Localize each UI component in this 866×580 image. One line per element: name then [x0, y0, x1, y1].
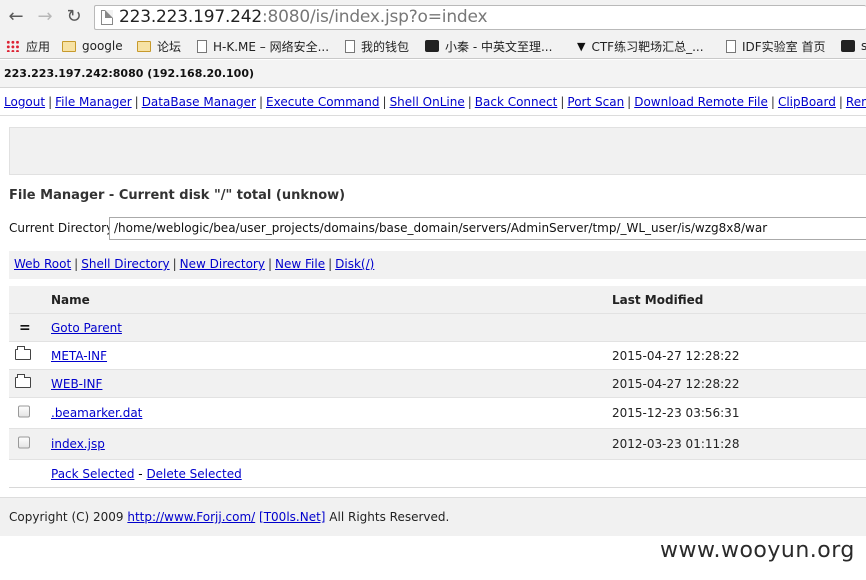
- back-arrow-icon[interactable]: ←: [6, 7, 26, 27]
- table-row: index.jsp 2012-03-23 01:11:28: [9, 429, 866, 460]
- menu-clipboard[interactable]: ClipBoard: [778, 95, 836, 109]
- bookmark-idf[interactable]: IDF实验室 首页: [726, 37, 826, 55]
- page-icon: [726, 39, 736, 53]
- parent-directory-icon: =: [19, 319, 31, 336]
- bookmark-ctf[interactable]: ▼ CTF练习靶场汇总_...: [577, 37, 704, 55]
- file-link-web-inf[interactable]: WEB-INF: [51, 377, 102, 391]
- apps-icon: [6, 40, 20, 52]
- bookmarks-bar: 应用 google 论坛 H-K.ME – 网络安全... 我的钱包 小秦 - …: [0, 34, 866, 59]
- goto-parent-link[interactable]: Goto Parent: [51, 321, 122, 335]
- column-last-modified: Last Modified: [612, 292, 704, 307]
- forward-arrow-icon[interactable]: →: [35, 7, 55, 27]
- file-link-index-jsp[interactable]: index.jsp: [51, 437, 105, 451]
- file-select-checkbox[interactable]: [18, 405, 30, 421]
- folder-icon: [15, 345, 31, 363]
- message-area: [9, 127, 866, 175]
- menu-back-connect[interactable]: Back Connect: [475, 95, 558, 109]
- folder-icon: [62, 40, 76, 52]
- folder-icon: [15, 373, 31, 391]
- table-row: .beamarker.dat 2015-12-23 03:56:31: [9, 398, 866, 429]
- file-select-checkbox[interactable]: [18, 436, 30, 452]
- table-row: META-INF 2015-04-27 12:28:22: [9, 342, 866, 370]
- link-new-file[interactable]: New File: [275, 257, 325, 271]
- page-icon: [345, 39, 355, 53]
- file-modified: 2012-03-23 01:11:28: [612, 437, 740, 451]
- menu-database-manager[interactable]: DataBase Manager: [142, 95, 256, 109]
- folder-icon: [137, 40, 151, 52]
- avatar-icon: [425, 40, 439, 52]
- menu-download-remote-file[interactable]: Download Remote File: [634, 95, 768, 109]
- quick-links-bar: Web Root | Shell Directory | New Directory | N…: [9, 251, 866, 279]
- rights-text: All Rights Reserved.: [329, 510, 450, 524]
- forjj-link[interactable]: http://www.Forjj.com/: [127, 510, 255, 524]
- bookmark-forum[interactable]: 论坛: [137, 37, 181, 55]
- page-icon: [197, 39, 207, 53]
- bookmark-apps[interactable]: 应用: [6, 37, 50, 55]
- link-shell-directory[interactable]: Shell Directory: [81, 257, 169, 271]
- file-modified: 2015-04-27 12:28:22: [612, 348, 740, 363]
- current-directory-label: Current Directory: [9, 221, 114, 235]
- link-new-directory[interactable]: New Directory: [180, 257, 265, 271]
- copyright-text: Copyright (C) 2009: [9, 510, 124, 524]
- file-link-meta-inf[interactable]: META-INF: [51, 349, 107, 363]
- bookmark-favicon-icon: [841, 40, 855, 52]
- menu-logout[interactable]: Logout: [4, 95, 45, 109]
- table-actions: Pack Selected - Delete Selected: [9, 460, 866, 488]
- t00ls-link[interactable]: [T00ls.Net]: [259, 510, 325, 524]
- delete-selected-link[interactable]: Delete Selected: [146, 467, 241, 481]
- table-header: Name Last Modified: [9, 286, 866, 314]
- address-bar[interactable]: 223.223.197.242:8080/is/index.jsp?o=inde…: [94, 5, 866, 30]
- bookmark-google[interactable]: google: [62, 37, 123, 55]
- menu-remote-control[interactable]: Remote Control: [846, 95, 866, 109]
- column-name: Name: [51, 292, 90, 307]
- page-title: File Manager - Current disk "/" total (u…: [9, 188, 346, 203]
- table-row: WEB-INF 2015-04-27 12:28:22: [9, 370, 866, 398]
- file-modified: 2015-12-23 03:56:31: [612, 406, 740, 420]
- file-modified: 2015-04-27 12:28:22: [612, 376, 740, 391]
- page-icon: [101, 10, 113, 25]
- bookmark-xiaoqin[interactable]: 小秦 - 中英文至理...: [425, 37, 552, 55]
- link-disk[interactable]: Disk(/): [335, 257, 374, 271]
- table-row: = Goto Parent: [9, 314, 866, 342]
- file-link-beamarker[interactable]: .beamarker.dat: [51, 406, 142, 420]
- menu-file-manager[interactable]: File Manager: [55, 95, 132, 109]
- host-info: 223.223.197.242:8080 (192.168.20.100): [4, 67, 255, 80]
- reload-icon[interactable]: ↻: [64, 7, 84, 27]
- host-info-bar: 223.223.197.242:8080 (192.168.20.100): [0, 60, 866, 88]
- menu-execute-command[interactable]: Execute Command: [266, 95, 379, 109]
- link-web-root[interactable]: Web Root: [14, 257, 71, 271]
- bookmark-s[interactable]: s: [841, 37, 866, 55]
- watermark: www.wooyun.org: [660, 538, 855, 563]
- address-url[interactable]: 223.223.197.242:8080/is/index.jsp?o=inde…: [119, 7, 488, 27]
- actions-separator: -: [138, 466, 143, 481]
- bookmark-hkme[interactable]: H-K.ME – 网络安全...: [197, 37, 329, 55]
- footer: Copyright (C) 2009 http://www.Forjj.com/…: [0, 497, 866, 536]
- pack-selected-link[interactable]: Pack Selected: [51, 467, 134, 481]
- menu-port-scan[interactable]: Port Scan: [567, 95, 624, 109]
- current-directory-input[interactable]: /home/weblogic/bea/user_projects/domains…: [109, 217, 866, 240]
- browser-toolbar: ← → ↻ 223.223.197.242:8080/is/index.jsp?…: [0, 0, 866, 34]
- menu-shell-online[interactable]: Shell OnLine: [390, 95, 465, 109]
- bookmark-wallet[interactable]: 我的钱包: [345, 37, 409, 55]
- shoe-icon: ▼: [577, 39, 586, 53]
- main-menu: Logout | File Manager | DataBase Manager | Exe…: [0, 88, 866, 116]
